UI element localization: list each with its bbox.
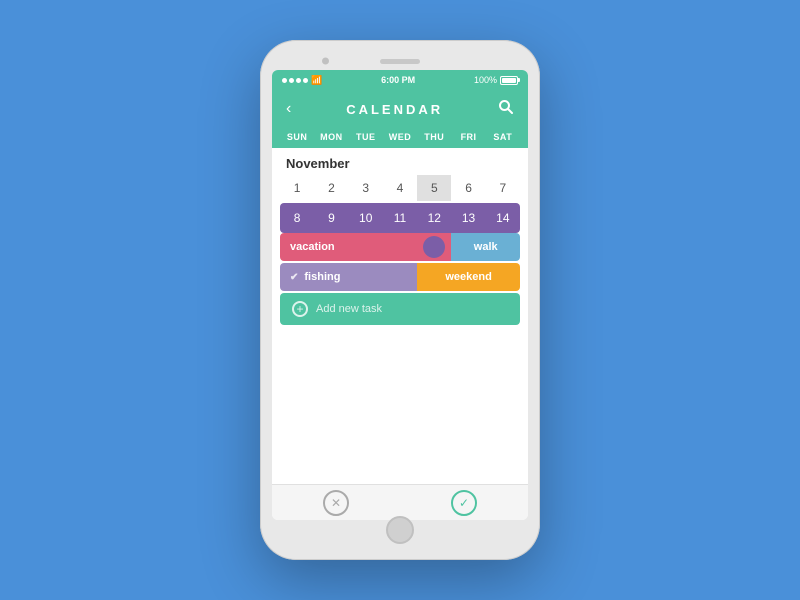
cancel-nav-button[interactable]: ✕ xyxy=(323,490,349,516)
fishing-task[interactable]: ✔ fishing xyxy=(280,263,417,291)
phone-speaker xyxy=(380,59,420,64)
day-2[interactable]: 2 xyxy=(314,175,348,201)
task-row-1: vacation walk xyxy=(280,233,520,261)
bottom-nav: ✕ ✓ xyxy=(272,484,528,520)
day-12[interactable]: 12 xyxy=(417,203,451,233)
day-11[interactable]: 11 xyxy=(383,203,417,233)
task-row-2: ✔ fishing weekend xyxy=(280,263,520,291)
day-tue: TUE xyxy=(349,132,383,142)
day-8[interactable]: 8 xyxy=(280,203,314,233)
day-10[interactable]: 10 xyxy=(349,203,383,233)
day-headers: SUN MON TUE WED THU FRI SAT xyxy=(272,128,528,148)
checkmark-icon: ✔ xyxy=(290,272,298,283)
week-row-2: 8 9 10 11 12 13 14 xyxy=(280,203,520,233)
header-title: CALENDAR xyxy=(346,102,443,117)
week-row-1: 1 2 3 4 5 6 7 xyxy=(272,175,528,201)
weekend-task[interactable]: weekend xyxy=(417,263,520,291)
day-7[interactable]: 7 xyxy=(486,175,520,201)
day-sat: SAT xyxy=(486,132,520,142)
battery-percent: 100% xyxy=(474,75,497,85)
add-task-label: Add new task xyxy=(316,303,382,315)
vacation-task[interactable]: vacation xyxy=(280,233,417,261)
day-thu: THU xyxy=(417,132,451,142)
purple-circle-icon xyxy=(423,236,445,258)
status-time: 6:00 PM xyxy=(381,75,415,85)
home-button[interactable] xyxy=(386,516,414,544)
day-3[interactable]: 3 xyxy=(349,175,383,201)
add-icon: + xyxy=(292,301,308,317)
tasks-section: vacation walk ✔ fishing xyxy=(280,233,520,291)
confirm-nav-button[interactable]: ✓ xyxy=(451,490,477,516)
day-wed: WED xyxy=(383,132,417,142)
phone-frame: 📶 6:00 PM 100% ‹ CALENDAR SUN xyxy=(260,40,540,560)
day-mon: MON xyxy=(314,132,348,142)
close-icon: ✕ xyxy=(331,496,341,510)
status-right: 100% xyxy=(474,75,518,85)
phone-bottom xyxy=(272,520,528,540)
month-label: November xyxy=(272,148,528,175)
task-circle-divider xyxy=(417,233,451,261)
walk-task[interactable]: walk xyxy=(451,233,520,261)
day-5[interactable]: 5 xyxy=(417,175,451,201)
search-button[interactable] xyxy=(498,99,514,120)
back-button[interactable]: ‹ xyxy=(286,100,291,118)
status-left: 📶 xyxy=(282,75,322,86)
calendar-body: November 1 2 3 4 5 6 7 8 9 10 11 12 13 1… xyxy=(272,148,528,484)
day-1[interactable]: 1 xyxy=(280,175,314,201)
check-icon: ✓ xyxy=(459,496,469,510)
day-4[interactable]: 4 xyxy=(383,175,417,201)
phone-camera xyxy=(322,58,329,65)
phone-notch xyxy=(272,52,528,70)
phone-screen: 📶 6:00 PM 100% ‹ CALENDAR SUN xyxy=(272,70,528,520)
day-13[interactable]: 13 xyxy=(451,203,485,233)
day-14[interactable]: 14 xyxy=(486,203,520,233)
calendar-header: ‹ CALENDAR xyxy=(272,90,528,128)
wifi-icon: 📶 xyxy=(311,75,322,86)
day-6[interactable]: 6 xyxy=(451,175,485,201)
battery-icon xyxy=(500,76,518,85)
day-sun: SUN xyxy=(280,132,314,142)
day-fri: FRI xyxy=(451,132,485,142)
add-task-button[interactable]: + Add new task xyxy=(280,293,520,325)
signal-dots xyxy=(282,78,308,83)
day-9[interactable]: 9 xyxy=(314,203,348,233)
status-bar: 📶 6:00 PM 100% xyxy=(272,70,528,90)
